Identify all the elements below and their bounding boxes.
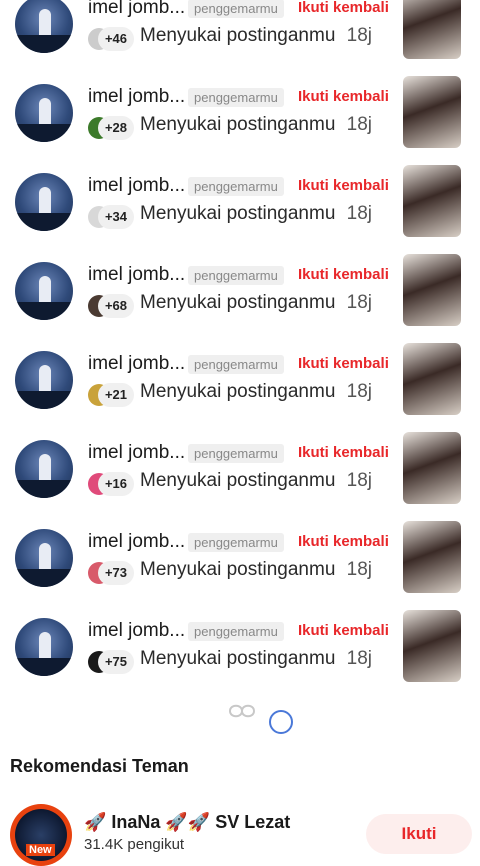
- user-avatar[interactable]: [15, 440, 73, 498]
- time-label: 18j: [346, 470, 373, 491]
- user-name[interactable]: imel jomb...: [88, 175, 185, 197]
- like-count: +46: [98, 27, 134, 51]
- fan-badge: penggemarmu: [188, 88, 284, 107]
- follow-back-button[interactable]: Ikuti kembali: [298, 177, 389, 194]
- follow-button[interactable]: Ikuti: [366, 814, 472, 854]
- fan-badge: penggemarmu: [188, 177, 284, 196]
- user-name[interactable]: imel jomb...: [88, 0, 185, 19]
- user-name[interactable]: imel jomb...: [88, 353, 185, 375]
- post-thumbnail[interactable]: [403, 165, 461, 237]
- user-name[interactable]: imel jomb...: [88, 620, 185, 642]
- notification-row[interactable]: imel jomb... penggemarmu Ikuti kembali +…: [0, 244, 480, 333]
- like-count: +34: [98, 205, 134, 229]
- activity-text: Menyukai postinganmu 18j: [140, 648, 372, 670]
- follow-back-button[interactable]: Ikuti kembali: [298, 622, 389, 639]
- like-count: +28: [98, 116, 134, 140]
- time-label: 18j: [346, 648, 373, 669]
- time-label: 18j: [346, 203, 373, 224]
- recommended-user-avatar[interactable]: New: [10, 804, 72, 866]
- activity-label: Menyukai postinganmu: [140, 292, 336, 313]
- follow-back-button[interactable]: Ikuti kembali: [298, 444, 389, 461]
- user-avatar[interactable]: [15, 529, 73, 587]
- fan-badge: penggemarmu: [188, 0, 284, 18]
- notification-row[interactable]: imel jomb... penggemarmu Ikuti kembali +…: [0, 600, 480, 689]
- time-label: 18j: [346, 292, 373, 313]
- post-thumbnail[interactable]: [403, 254, 461, 326]
- fan-badge: penggemarmu: [188, 533, 284, 552]
- follow-back-button[interactable]: Ikuti kembali: [298, 0, 389, 16]
- user-avatar[interactable]: [15, 262, 73, 320]
- user-name[interactable]: imel jomb...: [88, 264, 185, 286]
- like-count: +16: [98, 472, 134, 496]
- activity-label: Menyukai postinganmu: [140, 203, 336, 224]
- fan-badge: penggemarmu: [188, 444, 284, 463]
- post-thumbnail[interactable]: [403, 610, 461, 682]
- notification-row[interactable]: imel jomb... penggemarmu Ikuti kembali +…: [0, 511, 480, 600]
- user-avatar[interactable]: [15, 173, 73, 231]
- notification-row[interactable]: imel jomb... penggemarmu Ikuti kembali +…: [0, 155, 480, 244]
- like-count: +21: [98, 383, 134, 407]
- activity-label: Menyukai postinganmu: [140, 25, 336, 46]
- user-avatar[interactable]: [15, 351, 73, 409]
- time-label: 18j: [346, 559, 373, 580]
- activity-text: Menyukai postinganmu 18j: [140, 381, 372, 403]
- post-thumbnail[interactable]: [403, 76, 461, 148]
- user-avatar[interactable]: [15, 84, 73, 142]
- recommended-user-name[interactable]: 🚀 InaNa 🚀🚀 SV Lezat: [84, 812, 290, 833]
- activity-text: Menyukai postinganmu 18j: [140, 203, 372, 225]
- activity-text: Menyukai postinganmu 18j: [140, 25, 372, 47]
- loading-indicator: [228, 704, 293, 734]
- follow-back-button[interactable]: Ikuti kembali: [298, 355, 389, 372]
- follow-back-button[interactable]: Ikuti kembali: [298, 88, 389, 105]
- notification-row[interactable]: imel jomb... penggemarmu Ikuti kembali +…: [0, 0, 480, 66]
- follow-back-button[interactable]: Ikuti kembali: [298, 533, 389, 550]
- activity-label: Menyukai postinganmu: [140, 381, 336, 402]
- user-name[interactable]: imel jomb...: [88, 86, 185, 108]
- post-thumbnail[interactable]: [403, 521, 461, 593]
- spinner-circle: [269, 710, 293, 734]
- time-label: 18j: [346, 25, 373, 46]
- infinity-icon: [228, 704, 256, 718]
- activity-label: Menyukai postinganmu: [140, 559, 336, 580]
- user-name[interactable]: imel jomb...: [88, 531, 185, 553]
- user-name[interactable]: imel jomb...: [88, 442, 185, 464]
- like-count: +73: [98, 561, 134, 585]
- user-avatar[interactable]: [15, 618, 73, 676]
- post-thumbnail[interactable]: [403, 343, 461, 415]
- new-tag: New: [26, 844, 55, 856]
- activity-text: Menyukai postinganmu 18j: [140, 559, 372, 581]
- fan-badge: penggemarmu: [188, 622, 284, 641]
- time-label: 18j: [346, 114, 373, 135]
- activity-label: Menyukai postinganmu: [140, 114, 336, 135]
- post-thumbnail[interactable]: [403, 432, 461, 504]
- notification-row[interactable]: imel jomb... penggemarmu Ikuti kembali +…: [0, 66, 480, 155]
- follow-back-button[interactable]: Ikuti kembali: [298, 266, 389, 283]
- section-title-recommendations: Rekomendasi Teman: [10, 756, 189, 776]
- activity-text: Menyukai postinganmu 18j: [140, 114, 372, 136]
- time-label: 18j: [346, 381, 373, 402]
- post-thumbnail[interactable]: [403, 0, 461, 59]
- user-avatar[interactable]: [15, 0, 73, 53]
- fan-badge: penggemarmu: [188, 266, 284, 285]
- activity-text: Menyukai postinganmu 18j: [140, 292, 372, 314]
- notification-row[interactable]: imel jomb... penggemarmu Ikuti kembali +…: [0, 333, 480, 422]
- recommended-user-followers: 31.4K pengikut: [84, 836, 185, 853]
- activity-text: Menyukai postinganmu 18j: [140, 470, 372, 492]
- like-count: +68: [98, 294, 134, 318]
- like-count: +75: [98, 650, 134, 674]
- activity-label: Menyukai postinganmu: [140, 648, 336, 669]
- notification-row[interactable]: imel jomb... penggemarmu Ikuti kembali +…: [0, 422, 480, 511]
- fan-badge: penggemarmu: [188, 355, 284, 374]
- activity-label: Menyukai postinganmu: [140, 470, 336, 491]
